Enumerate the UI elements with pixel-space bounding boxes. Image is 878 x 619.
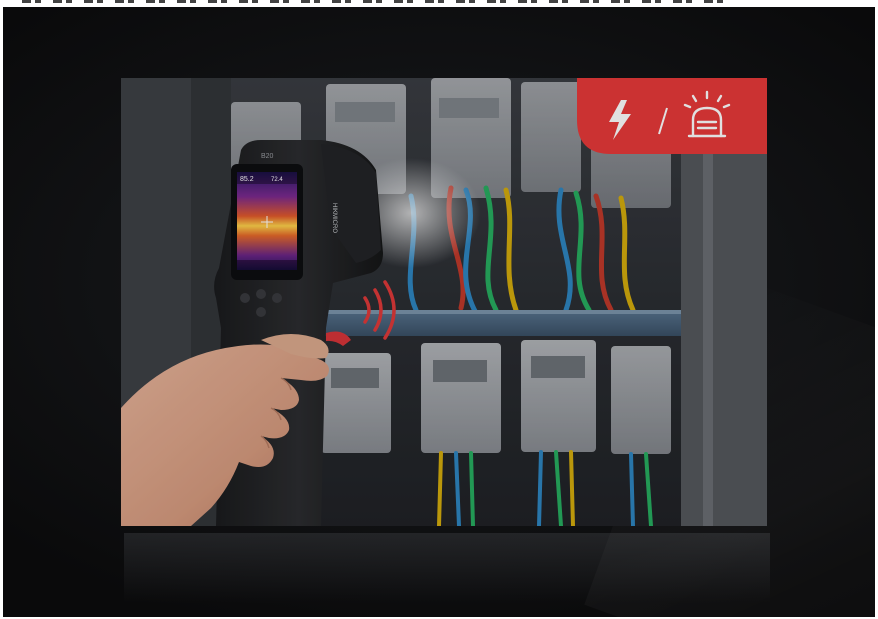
photo-reflection xyxy=(124,533,770,603)
photo-vignette xyxy=(121,78,767,526)
cropped-caption-strip xyxy=(0,0,878,6)
page: 85.2 72.4 B20 HIKMICRO xyxy=(0,0,878,619)
product-photo: 85.2 72.4 B20 HIKMICRO xyxy=(121,78,767,526)
cropped-caption-text xyxy=(22,0,732,3)
product-photo-svg: 85.2 72.4 B20 HIKMICRO xyxy=(121,78,767,526)
